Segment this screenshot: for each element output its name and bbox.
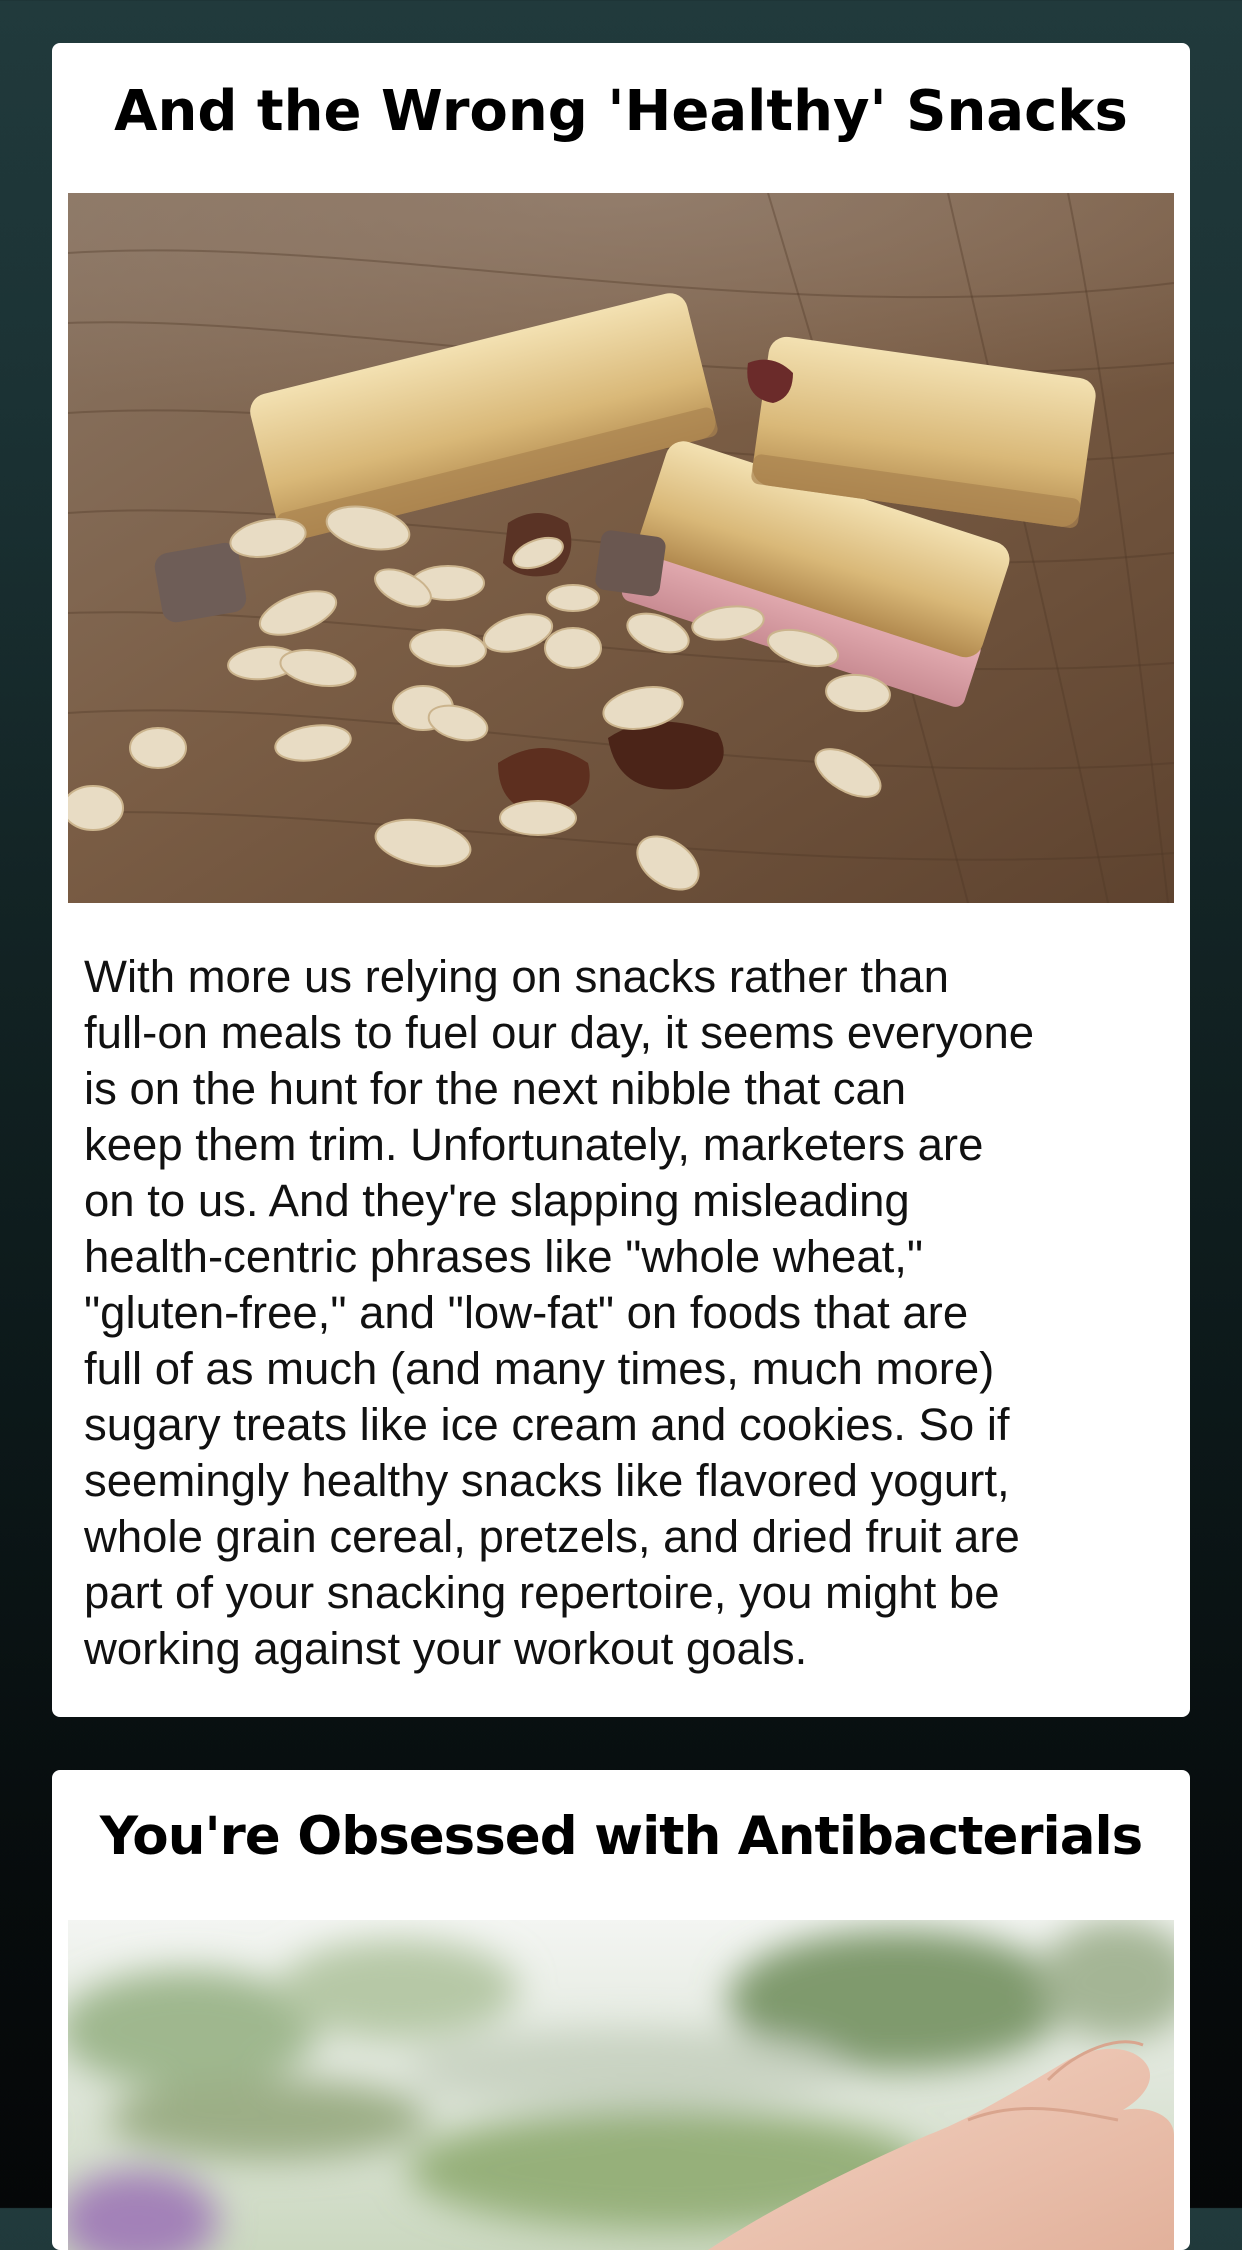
body-line: whole grain cereal, pretzels, and dried … — [84, 1511, 1020, 1562]
card-title: You're Obsessed with Antibacterials — [99, 1806, 1143, 1867]
body-line: "gluten-free," and "low-fat" on foods th… — [84, 1287, 969, 1338]
body-line: is on the hunt for the next nibble that … — [84, 1063, 907, 1114]
hand-image — [68, 1920, 1174, 2250]
body-line: sugary treats like ice cream and cookies… — [84, 1399, 1010, 1450]
body-line: seemingly healthy snacks like flavored y… — [84, 1455, 1010, 1506]
body-line: keep them trim. Unfortunately, marketers… — [84, 1119, 984, 1170]
body-line: working against your workout goals. — [84, 1623, 808, 1674]
article-card-antibacterials: You're Obsessed with Antibacterials — [52, 1770, 1190, 2250]
body-line: health-centric phrases like "whole wheat… — [84, 1231, 924, 1282]
body-line: full-on meals to fuel our day, it seems … — [84, 1007, 1035, 1058]
article-body-text: With more us relying on snacks rather th… — [84, 949, 1174, 1677]
granola-bars-image — [68, 193, 1174, 903]
card-title: And the Wrong 'Healthy' Snacks — [114, 79, 1128, 144]
body-line: full of as much (and many times, much mo… — [84, 1343, 995, 1394]
body-line: part of your snacking repertoire, you mi… — [84, 1567, 1000, 1618]
article-card-snacks: And the Wrong 'Healthy' Snacks With more… — [52, 43, 1190, 1717]
body-line: With more us relying on snacks rather th… — [84, 951, 949, 1002]
body-line: on to us. And they're slapping misleadin… — [84, 1175, 910, 1226]
